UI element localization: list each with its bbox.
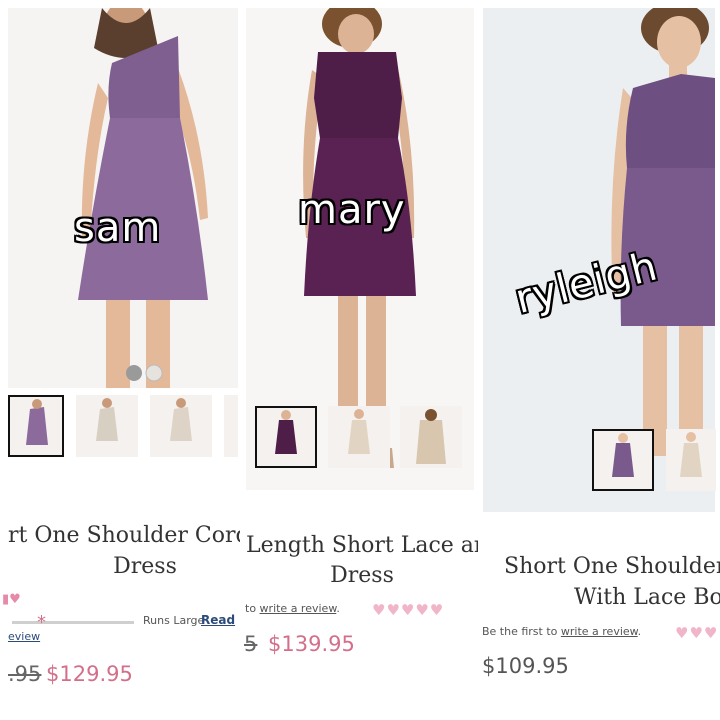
review-prompt: to write a review. — [245, 602, 340, 615]
rating-hearts: ♥♥♥ — [675, 624, 719, 642]
thumbnail-image — [348, 409, 370, 454]
thumbnail-selected[interactable] — [255, 406, 317, 468]
thumbnail[interactable] — [150, 395, 212, 457]
thumbnail-image — [170, 398, 192, 441]
review-link[interactable]: eview — [8, 630, 40, 643]
thumbnail-selected[interactable] — [8, 395, 64, 457]
product-panel-sam: sam rt One Shoulder Cord Dress ▮♥ * Runs… — [0, 0, 240, 720]
heart-icon: ▮♥ — [2, 592, 21, 607]
old-price-value: 5 — [244, 632, 258, 656]
review-prompt-text: Be the first to — [482, 625, 561, 638]
product-panel-mary: mary Length Short Lace and Dress to writ… — [240, 0, 480, 720]
write-review-link[interactable]: write a review — [260, 602, 337, 615]
product-title-line1[interactable]: Short One Shoulder — [504, 551, 720, 583]
thumbnail[interactable] — [400, 406, 462, 468]
product-title-line2[interactable]: Dress — [60, 551, 230, 583]
name-label: mary — [298, 187, 406, 233]
product-photo[interactable] — [8, 8, 238, 388]
thumbnail[interactable] — [328, 406, 390, 468]
thumbnail-image — [275, 410, 297, 454]
review-prompt: Be the first to write a review. — [482, 625, 641, 638]
current-price: $129.95 — [46, 662, 133, 686]
review-prompt-period: . — [637, 625, 642, 638]
thumbnail[interactable] — [224, 395, 238, 457]
thumbnail[interactable] — [76, 395, 138, 457]
product-title-line2[interactable]: With Lace Bo — [574, 582, 720, 614]
old-price: 5 — [244, 632, 257, 656]
rating-hearts: ♥♥♥♥♥ — [372, 601, 445, 619]
thumbnail-image — [26, 399, 48, 445]
product-title-line1[interactable]: Length Short Lace and — [246, 530, 480, 562]
panel-divider — [240, 0, 242, 720]
thumbnail[interactable] — [666, 429, 716, 491]
review-prompt-text: to — [245, 602, 260, 615]
runs-large-label: Runs Large — [143, 614, 205, 627]
thumbnail-image — [96, 398, 118, 441]
write-review-link[interactable]: write a review — [561, 625, 638, 638]
thumbnail-selected[interactable] — [592, 429, 654, 491]
thumbnail-image — [612, 433, 634, 477]
current-price: $139.95 — [268, 632, 355, 656]
review-prompt-period: . — [336, 602, 340, 615]
thumbnail-image — [416, 409, 446, 464]
read-reviews-link[interactable]: Read — [201, 613, 235, 627]
old-price: .95 — [8, 662, 41, 686]
dress-model-image — [78, 8, 208, 388]
panel-divider — [478, 0, 480, 720]
product-title-line2[interactable]: Dress — [300, 560, 424, 592]
product-title-line1[interactable]: rt One Shoulder Cord — [8, 520, 240, 552]
product-panel-ryleigh: ryleigh Short One Shoulder With Lace Bo … — [480, 0, 720, 720]
fit-slider-track — [12, 621, 134, 624]
old-price-value: .95 — [8, 662, 42, 686]
current-price: $109.95 — [482, 654, 569, 678]
thumbnail-image — [680, 432, 702, 477]
name-label: sam — [74, 205, 162, 251]
